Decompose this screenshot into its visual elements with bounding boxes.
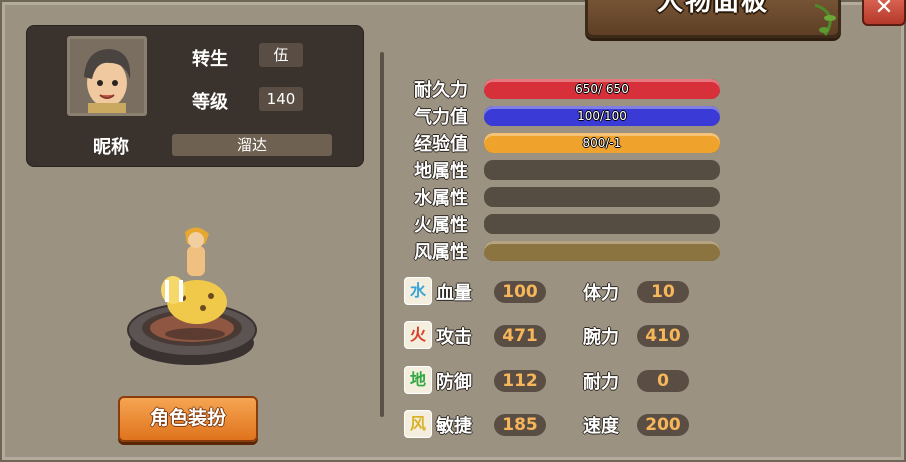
energy-bar-text: 100/100 [577,109,627,123]
endurance-value: 0 [637,370,689,392]
durability-bar: 650/ 650 [484,79,720,99]
character-sprite [161,227,227,340]
durability-bar-text: 650/ 650 [575,82,629,96]
stamina-value: 10 [637,281,689,303]
speed-value: 200 [637,414,689,436]
defense-value: 112 [494,370,546,392]
defense-label: 防御 [436,372,472,393]
vine-decoration [814,3,836,36]
water-attribute-bar [484,187,720,207]
bar-label-experience: 经验值 [414,134,468,155]
agility-label: 敏捷 [436,416,472,437]
rebirth-value: 伍 [259,43,303,67]
wind-element-icon: 风 [404,410,432,438]
water-element-icon: 水 [404,277,432,305]
avatar-portrait-icon [70,39,144,113]
panel-title: 人物面板 [656,0,769,17]
experience-bar-text: 800/-1 [582,136,622,150]
nickname-value: 溜达 [172,134,332,156]
experience-bar: 800/-1 [484,133,720,153]
close-button[interactable]: ✕ [862,0,906,26]
avatar [67,36,147,116]
bar-label-fire: 火属性 [414,215,468,236]
level-value: 140 [259,87,303,111]
endurance-label: 耐力 [583,372,619,393]
wind-attribute-bar-fill [484,241,720,261]
fire-element-icon: 火 [404,321,432,349]
agility-value: 185 [494,414,546,436]
earth-element-icon: 地 [404,366,432,394]
bar-label-durability: 耐久力 [414,80,468,101]
dress-up-button[interactable]: 角色装扮 [118,396,258,442]
wind-attribute-bar [484,241,720,261]
earth-attribute-bar [484,160,720,180]
energy-bar: 100/100 [484,106,720,126]
hp-label: 血量 [436,283,472,304]
attack-label: 攻击 [436,327,472,348]
bar-label-energy: 气力值 [414,107,468,128]
stamina-label: 体力 [583,283,619,304]
bar-label-water: 水属性 [414,188,468,209]
bar-label-earth: 地属性 [414,161,468,182]
level-label: 等级 [192,92,228,113]
rebirth-label: 转生 [192,49,228,70]
attack-value: 471 [494,325,546,347]
strength-label: 腕力 [583,327,619,348]
fire-attribute-bar [484,214,720,234]
strength-value: 410 [637,325,689,347]
speed-label: 速度 [583,416,619,437]
title-plaque: 人物面板 [585,0,841,38]
profile-box: 转生 伍 等级 140 昵称 溜达 [26,25,364,167]
divider [380,52,384,417]
nickname-label: 昵称 [93,137,129,158]
bar-label-wind: 风属性 [414,242,468,263]
hp-value: 100 [494,281,546,303]
